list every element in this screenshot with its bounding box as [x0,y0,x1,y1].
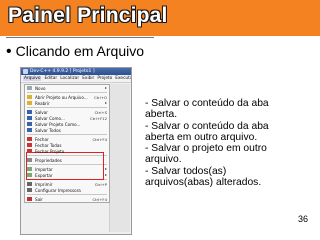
menu-item-label: Salvar Projeto Como... [35,121,81,127]
import-icon [27,167,32,171]
ide-menubar: Arquivo Editar Localizar Exibir Projeto Execu… [21,75,131,83]
menu-item-fechar-projeto[interactable]: Fechar Projeto [25,148,109,154]
menu-editar[interactable]: Editar [44,76,57,81]
title-underline [6,37,154,38]
note-line: arquivo. [145,154,182,166]
save-as-icon [27,116,32,120]
note-line: - Salvar o projeto em outro [145,143,267,155]
menu-item-shortcut: Ctrl+F12 [90,115,107,121]
open-icon [27,95,32,99]
menu-item-reabrir[interactable]: Reabrir [25,100,109,106]
menu-item-label: Fechar Todas [35,142,62,148]
menu-item-label: Imprimir [35,181,53,187]
ide-titlebar: Dev-C++ 4.9.9.2 [ Projeto1 ] [21,68,131,75]
ide-editor-area [109,84,130,232]
menu-item-label: Salvar Todos [35,127,61,133]
menu-item-configurar-impressora[interactable]: Configurar Impressora [25,187,109,193]
menu-item-salvar-todos[interactable]: Salvar Todos [25,127,109,133]
properties-icon [27,158,32,162]
note-line: aberta em outro arquivo. [145,131,258,143]
menu-projeto[interactable]: Projeto [97,76,112,81]
printer-setup-icon [27,188,32,192]
reopen-icon [27,101,32,105]
menu-item-propriedades[interactable]: Propriedades [25,157,109,163]
app-icon [23,69,28,74]
export-icon [27,173,32,177]
save-icon [27,110,32,114]
menu-item-label: Configurar Impressora [35,187,81,193]
note-line: - Salvar todos(as) [145,165,227,177]
save-project-icon [27,122,32,126]
menu-separator [27,194,107,195]
menu-item-label: Exportar [35,172,53,178]
bullet-dot-icon: • [6,43,12,60]
note-line: arquivos(abas) alterados. [145,177,262,189]
slide-title: Painel Principal [8,4,168,27]
note-line: - Salvar o conteúdo da aba [145,98,269,109]
exit-icon [27,197,32,201]
menu-separator [27,107,107,108]
menu-exibir[interactable]: Exibir [82,76,94,81]
menu-item-label: Propriedades [35,157,62,163]
menu-item-label: Salvar [35,109,48,115]
menu-item-label: Fechar Projeto [35,148,65,154]
ide-window-title: Dev-C++ 4.9.9.2 [ Projeto1 ] [30,69,95,74]
menu-item-shortcut: Ctrl+F4 [92,136,107,142]
menu-executar[interactable]: Executar [115,76,131,81]
menu-item-label: Importar [35,166,53,172]
menu-item-label: Novo [35,85,46,91]
menu-separator [27,134,107,135]
menu-item-shortcut: Ctrl+S [94,109,107,115]
menu-item-shortcut: Ctrl+O [94,94,107,100]
bullet-text: Clicando em Arquivo [15,43,145,59]
bullet-item: • Clicando em Arquivo [6,43,144,61]
menu-localizar[interactable]: Localizar [60,76,79,81]
save-all-icon [27,128,32,132]
notes-text: - Salvar o conteúdo da aba aberta. - Salva… [145,98,305,188]
new-icon [27,86,32,90]
menu-item-label: Fechar [35,136,49,142]
print-icon [27,182,32,186]
file-menu: Novo Abrir Projeto ou Arquivo... Ctrl+O Rea… [24,84,110,203]
menu-item-label: Reabrir [35,100,50,106]
close-icon [27,137,32,141]
menu-arquivo[interactable]: Arquivo [23,76,42,81]
menu-item-sair[interactable]: Sair Ctrl+F4 [25,196,109,202]
menu-item-exportar[interactable]: Exportar [25,172,109,178]
menu-item-shortcut: Ctrl+F4 [92,196,107,202]
note-line: aberta. [145,109,178,121]
close-project-icon [27,149,32,153]
menu-item-novo[interactable]: Novo [25,85,109,91]
menu-item-label: Sair [35,196,43,202]
menu-item-shortcut: Ctrl+P [94,181,107,187]
menu-separator [27,92,107,93]
close-all-icon [27,143,32,147]
note-line: - Salvar o conteúdo da aba [145,120,269,132]
ide-screenshot: Dev-C++ 4.9.9.2 [ Projeto1 ] Arquivo Edit… [20,67,132,235]
menu-item-label: Abrir Projeto ou Arquivo... [35,94,88,100]
page-number: 36 [297,214,308,224]
menu-item-label: Salvar Como... [35,115,65,121]
